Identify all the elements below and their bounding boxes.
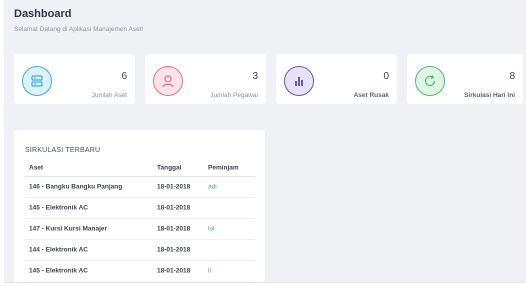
stat-card-jumlah-aset[interactable]: 6 Jumlah Aset xyxy=(14,54,135,104)
cell-aset: 146 - Bangku Bangku Panjang xyxy=(29,183,123,191)
table-row: 145 - Elektronik AC 18-01-2018 xyxy=(25,198,255,219)
cell-tanggal: 18-01-2018 xyxy=(157,225,191,233)
cell-tanggal: 18-01-2018 xyxy=(157,246,191,254)
stat-card-sirkulasi-hari-ini[interactable]: 8 Sirkulasi Hari Ini xyxy=(407,54,523,104)
page-title: Dashboard xyxy=(14,8,72,20)
bar-chart-icon xyxy=(284,66,314,96)
column-header-aset: Aset xyxy=(29,164,44,172)
cell-aset: 144 - Elektronik AC xyxy=(29,246,89,254)
refresh-icon xyxy=(415,66,445,96)
stat-value: 8 xyxy=(509,71,515,82)
page-subtitle: Selamat Datang di Aplikasi Manajemen Ase… xyxy=(14,26,144,33)
cell-tanggal: 18-01-2018 xyxy=(157,183,191,191)
column-header-tanggal: Tanggal xyxy=(157,164,182,172)
cell-tanggal: 18-01-2018 xyxy=(157,267,191,275)
cell-peminjam-link[interactable]: lol xyxy=(208,226,215,233)
server-icon xyxy=(22,66,52,96)
cell-peminjam-link[interactable]: ll xyxy=(208,268,211,275)
stat-value: 3 xyxy=(252,71,258,82)
table-row: 147 - Kursi Kursi Manajer 18-01-2018 lol xyxy=(25,219,255,240)
stat-label: Jumlah Pegawai xyxy=(210,92,258,99)
panel-title: SIRKULASI TERBARU xyxy=(25,147,101,154)
cell-aset: 147 - Kursi Kursi Manajer xyxy=(29,225,108,233)
table-row: 146 - Bangku Bangku Panjang 18-01-2018 a… xyxy=(25,177,255,198)
stat-card-jumlah-pegawai[interactable]: 3 Jumlah Pegawai xyxy=(145,54,266,104)
cell-aset: 145 - Elektronik AC xyxy=(29,267,89,275)
stat-value: 6 xyxy=(121,71,127,82)
table-row: 145 - Elektronik AC 18-01-2018 ll xyxy=(25,261,255,282)
stat-label: Jumlah Aset xyxy=(91,92,127,99)
cell-tanggal: 18-01-2018 xyxy=(157,204,191,212)
cell-aset: 145 - Elektronik AC xyxy=(29,204,89,212)
sirkulasi-terbaru-panel: SIRKULASI TERBARU Aset Tanggal Peminjam … xyxy=(14,130,265,282)
column-header-peminjam: Peminjam xyxy=(208,164,239,172)
stat-label: Sirkulasi Hari Ini xyxy=(464,92,515,99)
table-row: 144 - Elektronik AC 18-01-2018 xyxy=(25,240,255,261)
stat-label: Aset Rusak xyxy=(353,92,389,99)
stat-value: 0 xyxy=(383,71,389,82)
sirkulasi-table: Aset Tanggal Peminjam 146 - Bangku Bangk… xyxy=(25,160,255,282)
user-icon xyxy=(153,66,183,96)
stat-card-aset-rusak[interactable]: 0 Aset Rusak xyxy=(276,54,397,104)
dashboard-page: Dashboard Selamat Datang di Aplikasi Man… xyxy=(4,0,526,283)
table-header: Aset Tanggal Peminjam xyxy=(25,160,255,177)
cell-peminjam-link[interactable]: adi xyxy=(208,184,217,191)
